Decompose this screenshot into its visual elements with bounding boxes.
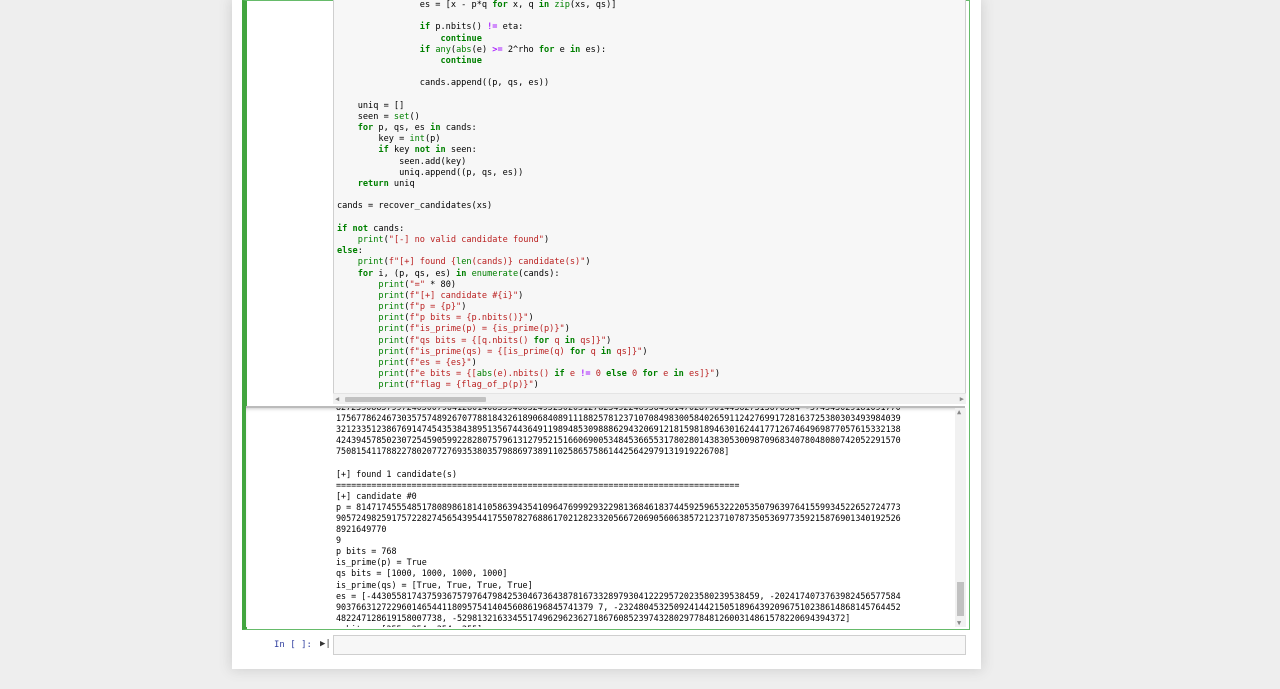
scroll-right-icon[interactable]: ▶ (960, 395, 964, 403)
output-line: 9 (336, 535, 342, 546)
code-line: return uniq (357, 179, 415, 189)
code-line: continue (440, 33, 482, 44)
empty-cell-prompt: In [ ]: (274, 640, 312, 650)
cell-output-area: 8272330885799724050079641280140833940032… (246, 406, 965, 627)
code-line: print(f"is_prime(qs) = {[is_prime(q) for… (378, 346, 648, 357)
code-line: seen.add(key) (337, 156, 467, 167)
vertical-scroll-thumb[interactable] (957, 582, 964, 616)
scroll-down-icon[interactable]: ▼ (957, 619, 961, 627)
code-line: continue (440, 55, 482, 66)
code-line: print(f"[+] found {len(cands)} candidate… (357, 257, 591, 268)
code-input-area[interactable]: es = [x - p*q for x, q in zip(xs, qs)] i… (333, 0, 966, 404)
code-editor[interactable]: es = [x - p*q for x, q in zip(xs, qs)] i… (337, 0, 720, 392)
code-line: uniq = [] (337, 100, 405, 111)
output-line: e bits = [255, 254, 254, 255] (336, 624, 901, 627)
output-line: [+] candidate #0 (336, 490, 417, 501)
output-line: is_prime(p) = True (336, 557, 427, 568)
code-line: print(f"p = {p}") (378, 302, 467, 313)
horizontal-scrollbar[interactable]: ◀ ▶ (333, 393, 966, 404)
code-line: print(f"e bits = {[abs(e).nbits() if e !… (378, 369, 721, 380)
output-line: qs bits = [1000, 1000, 1000, 1000] (336, 568, 508, 579)
horizontal-scroll-thumb[interactable] (345, 397, 486, 402)
code-line: for i, (p, qs, es) in enumerate(cands): (357, 268, 560, 279)
code-line: seen = set() (337, 111, 420, 122)
scroll-up-icon[interactable]: ▲ (957, 408, 961, 416)
output-line: ========================================… (336, 479, 740, 490)
output-line: p bits = 768 (336, 546, 397, 557)
code-line: print(f"is_prime(p) = {is_prime(p)}") (378, 324, 570, 335)
code-line: print(f"es = {es}") (378, 358, 477, 368)
code-line: print(f"flag = {flag_of_p(p)}") (378, 380, 539, 391)
code-line: print("=" * 80) (378, 279, 457, 290)
code-line: if key not in seen: (378, 145, 477, 156)
scroll-left-icon[interactable]: ◀ (335, 395, 339, 403)
output-line: p = 814717455548517808986181410586394354… (336, 501, 901, 535)
code-line: key = int(p) (337, 134, 441, 145)
code-line: else: (337, 246, 363, 257)
output-text: 8272330885799724050079641280140833940032… (336, 406, 901, 627)
code-line: print(f"p bits = {p.nbits()}") (378, 313, 534, 324)
code-line: print("[-] no valid candidate found") (357, 234, 550, 245)
output-line: 8272330885799724050079641280140833940032… (336, 406, 901, 457)
code-line: if not cands: (337, 223, 405, 234)
code-line: if p.nbits() != eta: (419, 22, 524, 33)
code-line: print(f"[+] candidate #{i}") (378, 290, 524, 301)
output-vertical-scrollbar[interactable]: ▲ ▼ (955, 408, 966, 627)
empty-cell-input[interactable] (333, 635, 966, 655)
code-line: if any(abs(e) >= 2^rho for e in es): (419, 44, 607, 55)
output-line: [+] found 1 candidate(s) (336, 468, 458, 479)
code-line: uniq.append((p, qs, es)) (337, 167, 524, 178)
output-line: is_prime(qs) = [True, True, True, True] (336, 579, 533, 590)
code-line: es = [x - p*q for x, q in zip(xs, qs)] (337, 0, 617, 10)
output-line: es = [-443055817437593675797647984253046… (336, 590, 901, 623)
code-line: for p, qs, es in cands: (357, 123, 477, 134)
code-line: cands.append((p, qs, es)) (337, 78, 550, 89)
code-line: cands = recover_candidates(xs) (337, 201, 493, 212)
run-cell-icon[interactable]: ▶| (320, 639, 331, 649)
code-line: print(f"qs bits = {[q.nbits() for q in q… (378, 335, 612, 346)
